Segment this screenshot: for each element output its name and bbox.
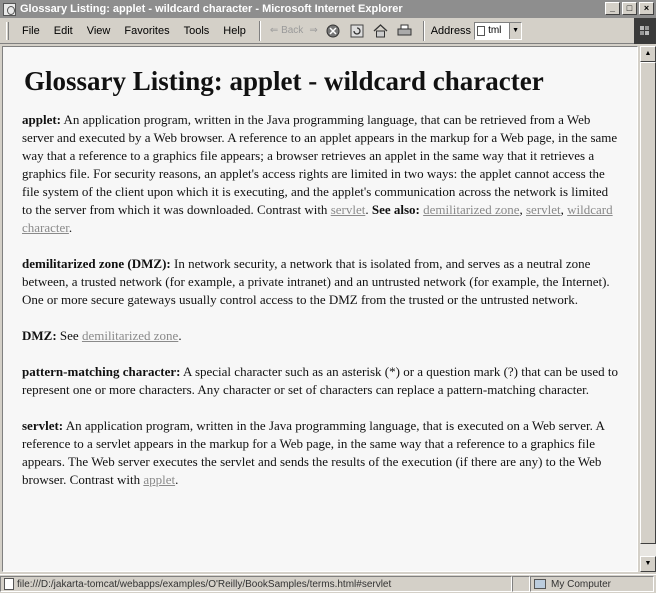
entry-servlet: servlet: An application program, written… (22, 418, 605, 487)
status-bar: file:///D:/jakarta-tomcat/webapps/exampl… (0, 574, 656, 593)
chevron-down-icon[interactable]: ▼ (509, 22, 522, 39)
status-pane-empty (512, 576, 530, 592)
menu-tools[interactable]: Tools (177, 25, 217, 37)
link-demilitarized-zone[interactable]: demilitarized zone (423, 202, 519, 217)
menu-favorites[interactable]: Favorites (117, 25, 176, 37)
page-viewport: Glossary Listing: applet - wildcard char… (2, 46, 638, 572)
scroll-thumb[interactable] (640, 62, 656, 544)
link-applet[interactable]: applet (143, 472, 175, 487)
scroll-down-button[interactable]: ▼ (640, 556, 656, 572)
toolbar-separator (422, 20, 425, 41)
toolbar-grip[interactable] (6, 21, 9, 40)
my-computer-icon (534, 579, 546, 589)
address-value: tml (488, 25, 502, 36)
minimize-button[interactable]: _ (605, 2, 620, 15)
menu-view[interactable]: View (80, 25, 118, 37)
link-servlet-see-also[interactable]: servlet (526, 202, 561, 217)
menu-toolbar: File Edit View Favorites Tools Help ⇐ Ba… (0, 18, 656, 44)
menu-edit[interactable]: Edit (47, 25, 80, 37)
entry-demilitarized-zone: demilitarized zone (DMZ): In network sec… (22, 255, 621, 309)
page-icon (477, 25, 486, 36)
link-dmz-demilitarized-zone[interactable]: demilitarized zone (82, 328, 178, 343)
page-content: Glossary Listing: applet - wildcard char… (3, 47, 637, 489)
status-url: file:///D:/jakarta-tomcat/webapps/exampl… (17, 578, 392, 590)
see-label: See (59, 328, 79, 343)
scroll-up-button[interactable]: ▲ (640, 46, 656, 62)
page-heading: Glossary Listing: applet - wildcard char… (24, 66, 544, 96)
back-button[interactable]: ⇐ Back (267, 25, 306, 36)
entry-applet: applet: An application program, written … (22, 112, 618, 235)
term-demilitarized-zone: demilitarized zone (DMZ): (22, 256, 171, 271)
maximize-button[interactable]: □ (622, 2, 637, 15)
windows-logo-icon (634, 18, 656, 44)
link-servlet[interactable]: servlet (331, 202, 366, 217)
close-button[interactable]: × (639, 2, 654, 15)
status-zone-pane: My Computer (530, 576, 654, 592)
address-field[interactable]: tml ▼ (474, 21, 523, 40)
term-dmz: DMZ: (22, 328, 57, 343)
ie-page-icon (3, 2, 16, 16)
see-also-label: See also: (371, 202, 420, 217)
address-label: Address (430, 24, 472, 37)
window-controls: _ □ × (605, 2, 654, 15)
refresh-icon[interactable] (349, 23, 365, 39)
toolbar-separator (258, 20, 261, 41)
term-applet: applet: (22, 112, 61, 127)
title-bar: Glossary Listing: applet - wildcard char… (0, 0, 656, 18)
status-url-pane: file:///D:/jakarta-tomcat/webapps/exampl… (0, 576, 512, 592)
window-title: Glossary Listing: applet - wildcard char… (20, 3, 403, 15)
term-pattern-matching: pattern-matching character: (22, 364, 181, 379)
definition-servlet: An application program, written in the J… (22, 418, 605, 487)
menu-help[interactable]: Help (216, 25, 253, 37)
stop-icon[interactable] (325, 23, 341, 39)
ie-page-icon (4, 578, 14, 590)
entry-dmz: DMZ: See demilitarized zone. (22, 328, 182, 343)
forward-button[interactable]: ⇒ (306, 25, 320, 36)
entry-pattern-matching: pattern-matching character: A special ch… (22, 363, 621, 399)
vertical-scrollbar[interactable]: ▲ ▼ (640, 46, 656, 572)
term-servlet: servlet: (22, 418, 64, 433)
home-icon[interactable] (373, 23, 389, 39)
menu-file[interactable]: File (15, 25, 47, 37)
status-zone: My Computer (551, 578, 612, 590)
print-icon[interactable] (397, 23, 413, 39)
